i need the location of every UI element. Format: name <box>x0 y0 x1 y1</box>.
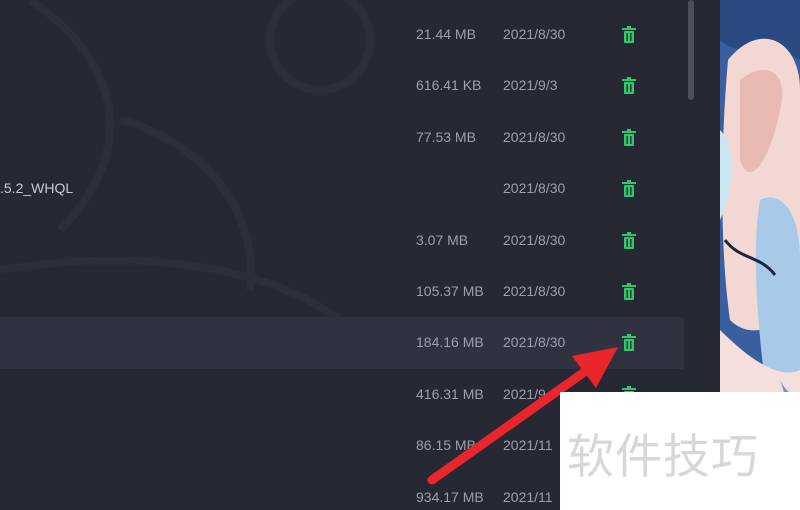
file-date: 2021/8/30 <box>503 231 566 248</box>
file-date: 2021/11 <box>503 437 553 454</box>
file-size: 105.37 MB <box>416 282 484 299</box>
file-date: 2021/9/3 <box>503 77 558 94</box>
file-size: 616.41 KB <box>416 77 482 94</box>
trash-icon[interactable] <box>621 334 637 352</box>
file-size: 86.15 MB <box>416 437 476 454</box>
trash-icon[interactable] <box>621 26 637 43</box>
file-size: 934.17 MB <box>416 488 484 505</box>
file-date: 2021/11 <box>503 488 553 505</box>
list-item[interactable]: 105.37 MB 2021/8/30 <box>0 266 684 317</box>
trash-icon[interactable] <box>621 231 637 249</box>
file-date: 2021/8/30 <box>503 180 566 197</box>
file-name: .5.2_WHQL <box>0 180 74 197</box>
list-item[interactable]: 3.07 MB 2021/8/30 <box>0 215 684 266</box>
list-item[interactable]: 77.53 MB 2021/8/30 <box>0 112 684 163</box>
file-date: 2021/9 <box>503 385 546 402</box>
trash-icon[interactable] <box>621 128 637 146</box>
scrollbar-thumb[interactable] <box>688 0 694 100</box>
list-item-selected[interactable]: 184.16 MB 2021/8/30 <box>0 317 684 369</box>
watermark-text: 软件技巧 <box>567 430 759 485</box>
list-item[interactable]: 21.44 MB 2021/8/30 <box>0 9 684 60</box>
list-item[interactable]: .5.2_WHQL 2021/8/30 <box>0 163 684 214</box>
list-item[interactable]: 616.41 KB 2021/9/3 <box>0 60 684 111</box>
file-size: 416.31 MB <box>416 385 484 402</box>
file-date: 2021/8/30 <box>503 334 566 351</box>
file-date: 2021/8/30 <box>503 26 566 42</box>
file-date: 2021/8/30 <box>503 282 566 299</box>
file-size: 184.16 MB <box>416 334 484 351</box>
file-size: 21.44 MB <box>416 26 476 42</box>
file-size: 3.07 MB <box>416 231 469 248</box>
trash-icon[interactable] <box>621 282 637 300</box>
trash-icon[interactable] <box>621 180 637 198</box>
file-date: 2021/8/30 <box>503 128 566 145</box>
file-size: 77.53 MB <box>416 128 476 145</box>
trash-icon[interactable] <box>621 77 637 95</box>
